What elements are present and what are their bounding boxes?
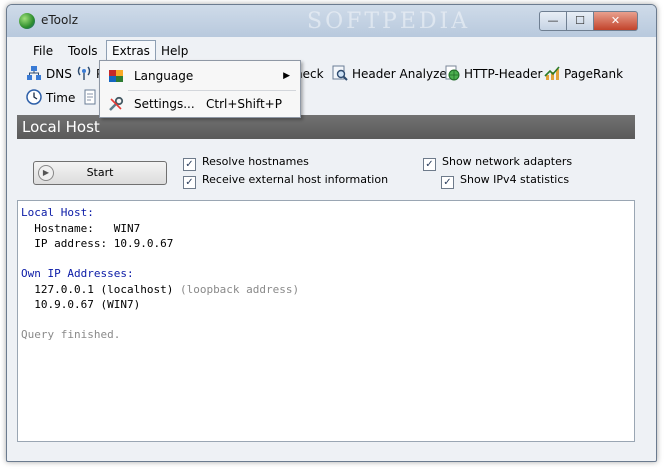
receive-external-info-label: Receive external host information <box>202 173 389 186</box>
document-icon <box>84 89 96 105</box>
time-tool-label: Time <box>46 91 76 105</box>
window-title: eToolz <box>41 13 78 27</box>
checkbox-check-icon: ✓ <box>441 176 454 189</box>
panel-title: Local Host <box>17 115 635 139</box>
checkbox-check-icon: ✓ <box>423 158 436 171</box>
play-icon: ▶ <box>38 165 54 181</box>
header-analyzer-tool[interactable]: Header Analyzer <box>332 64 452 84</box>
header-analyzer-label: Header Analyzer <box>352 67 452 81</box>
clock-icon <box>26 89 42 105</box>
pagerank-tool[interactable]: PageRank <box>544 64 623 84</box>
status-line: Query finished. <box>21 328 121 341</box>
language-flag-icon <box>109 70 123 82</box>
show-network-adapters-label: Show network adapters <box>442 155 573 168</box>
resolve-hostnames-label: Resolve hostnames <box>202 155 309 168</box>
tools-icon <box>109 96 124 111</box>
receive-external-info-checkbox[interactable]: ✓ Receive external host information <box>183 172 389 189</box>
submenu-arrow-icon: ▶ <box>283 71 290 81</box>
close-button[interactable]: ✕ <box>593 11 638 31</box>
local-host-heading: Local Host: <box>21 206 94 219</box>
menu-item-settings[interactable]: Settings... Ctrl+Shift+P <box>100 91 300 117</box>
menu-item-settings-shortcut: Ctrl+Shift+P <box>206 97 282 111</box>
address-line: 10.9.0.67 (WIN7) <box>21 298 141 311</box>
dns-tool[interactable]: DNS <box>26 64 72 84</box>
time-tool[interactable]: Time <box>26 88 75 108</box>
start-button-label: Start <box>86 166 114 179</box>
etoolz-app-icon <box>19 13 35 29</box>
chart-up-icon <box>544 66 560 80</box>
hostname-line: Hostname: WIN7 <box>21 222 141 235</box>
address-note: (loopback address) <box>173 283 300 296</box>
resolve-hostnames-checkbox[interactable]: ✓ Resolve hostnames <box>183 154 309 171</box>
title-bar[interactable]: eToolz SOFTPEDIA — ☐ ✕ <box>7 5 656 37</box>
menu-tools[interactable]: Tools <box>63 40 103 62</box>
menu-file[interactable]: File <box>28 40 58 62</box>
globe-page-icon <box>445 65 460 81</box>
http-header-tool[interactable]: HTTP-Header <box>444 64 542 84</box>
menu-help[interactable]: Help <box>156 40 193 62</box>
checkbox-check-icon: ✓ <box>183 158 196 171</box>
menu-item-language[interactable]: Language ▶ <box>100 63 300 89</box>
magnifier-icon <box>332 65 348 81</box>
show-ipv4-statistics-label: Show IPv4 statistics <box>460 173 570 186</box>
ip-address-line: IP address: 10.9.0.67 <box>21 237 174 250</box>
antenna-icon <box>77 66 91 80</box>
show-ipv4-statistics-checkbox[interactable]: ✓ Show IPv4 statistics <box>441 172 570 189</box>
http-header-label: HTTP-Header <box>464 67 543 81</box>
extras-dropdown-menu: Language ▶ Settings... Ctrl+Shift+P <box>99 60 301 118</box>
menu-extras[interactable]: Extras <box>106 40 156 62</box>
results-output[interactable]: Local Host: Hostname: WIN7 IP address: 1… <box>17 200 635 442</box>
menu-item-language-label: Language <box>134 69 194 83</box>
checkbox-check-icon: ✓ <box>183 176 196 189</box>
address-line: 127.0.0.1 (localhost) (loopback address) <box>21 282 299 297</box>
maximize-button[interactable]: ☐ <box>566 11 594 31</box>
network-icon <box>27 66 41 80</box>
menu-item-settings-label: Settings... <box>134 97 195 111</box>
start-button[interactable]: ▶ Start <box>33 161 167 185</box>
minimize-button[interactable]: — <box>539 11 567 31</box>
show-network-adapters-checkbox[interactable]: ✓ Show network adapters <box>423 154 573 171</box>
own-ip-heading: Own IP Addresses: <box>21 267 134 280</box>
options-bar: ▶ Start ✓ Resolve hostnames ✓ Receive exte… <box>17 146 635 202</box>
address-localhost: 127.0.0.1 (localhost) <box>21 283 174 296</box>
watermark: SOFTPEDIA <box>307 9 471 34</box>
dns-tool-label: DNS <box>46 67 72 81</box>
pagerank-label: PageRank <box>564 67 624 81</box>
